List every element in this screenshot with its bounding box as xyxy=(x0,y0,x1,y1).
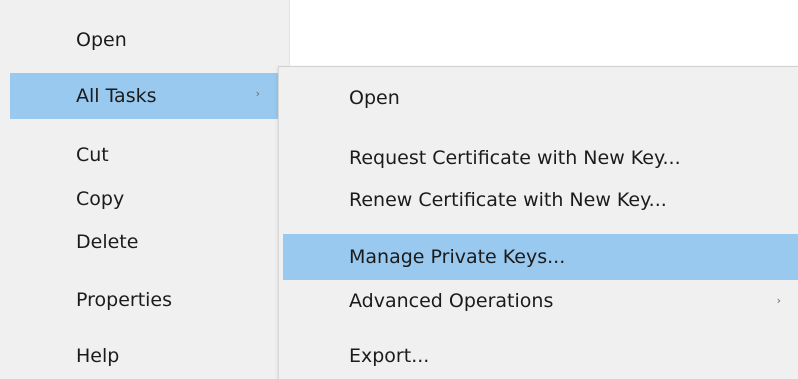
menu-item-label: Renew Certificate with New Key... xyxy=(349,189,667,211)
desktop-background: Open All Tasks › Cut Copy Delete Propert… xyxy=(0,0,798,379)
menu-item-label: Cut xyxy=(76,144,109,166)
menu-item-label: Copy xyxy=(76,188,125,210)
menu-item-help[interactable]: Help xyxy=(10,333,280,379)
menu-item-label: Delete xyxy=(76,231,139,253)
submenu-arrow-icon: › xyxy=(255,87,260,100)
submenu-item-open[interactable]: Open xyxy=(283,75,798,121)
submenu-item-renew-certificate[interactable]: Renew Certificate with New Key... xyxy=(283,177,798,223)
menu-item-label: Manage Private Keys... xyxy=(349,246,566,268)
menu-item-label: Open xyxy=(76,29,127,51)
menu-item-label: Properties xyxy=(76,289,173,311)
menu-item-label: All Tasks xyxy=(76,85,157,107)
submenu-item-manage-private-keys[interactable]: Manage Private Keys... xyxy=(283,234,798,280)
menu-item-properties[interactable]: Properties xyxy=(10,277,280,323)
menu-item-label: Request Certificate with New Key... xyxy=(349,147,681,169)
menu-item-open[interactable]: Open xyxy=(10,17,280,63)
menu-item-label: Advanced Operations xyxy=(349,290,554,312)
context-menu: Open All Tasks › Cut Copy Delete Propert… xyxy=(0,0,290,379)
menu-item-cut[interactable]: Cut xyxy=(10,132,280,178)
menu-item-label: Help xyxy=(76,345,120,367)
menu-item-label: Export... xyxy=(349,345,430,367)
menu-item-delete[interactable]: Delete xyxy=(10,219,280,265)
all-tasks-submenu: Open Request Certificate with New Key...… xyxy=(278,66,798,379)
menu-item-copy[interactable]: Copy xyxy=(10,176,280,222)
submenu-item-request-certificate[interactable]: Request Certificate with New Key... xyxy=(283,135,798,181)
submenu-arrow-icon: › xyxy=(776,294,781,307)
menu-item-label: Open xyxy=(349,87,400,109)
menu-item-all-tasks[interactable]: All Tasks › xyxy=(10,73,280,119)
submenu-item-export[interactable]: Export... xyxy=(283,333,798,379)
submenu-item-advanced-operations[interactable]: Advanced Operations › xyxy=(283,278,798,324)
